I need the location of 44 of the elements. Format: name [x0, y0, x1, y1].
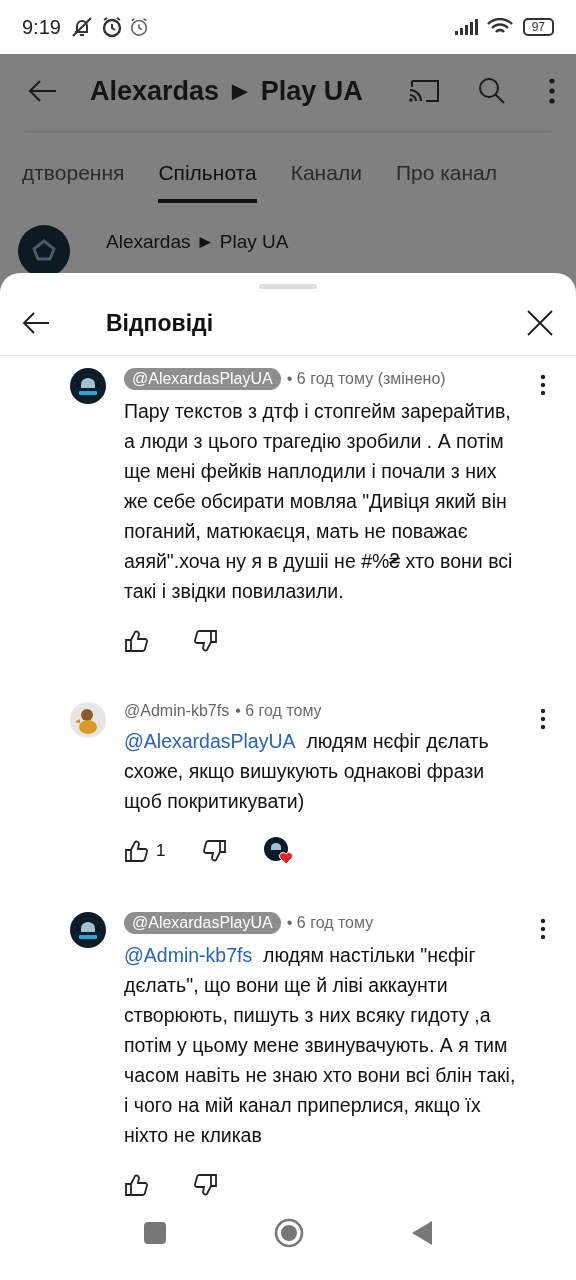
dislike-icon[interactable]	[194, 630, 218, 652]
like-icon[interactable]	[124, 840, 148, 862]
avatar-icon[interactable]	[70, 368, 106, 404]
sheet-title: Відповіді	[106, 309, 214, 337]
back-arrow-icon[interactable]	[22, 311, 50, 335]
avatar-icon[interactable]	[70, 912, 106, 948]
close-icon[interactable]	[526, 309, 554, 337]
home-icon[interactable]	[274, 1218, 304, 1248]
comment-author[interactable]: @AlexardasPlayUA	[124, 912, 281, 934]
status-time: 9:19	[22, 15, 61, 39]
comment-text: Пару текстов з дтф і стопгейм зарерайтив, а люди з цього трагедію зробили . А потім ще мені фейків наплодили і почали з них же себе обсирати мовляа "Дивіця який він поганий, матюкаєця, мать не поважає аяяй".хоча ну я в душіі не #%₴ хто вони всі такі і звідки повилазили.	[124, 399, 514, 604]
comment-author[interactable]: @Admin-kb7fs	[124, 702, 230, 720]
cast-icon[interactable]	[408, 78, 440, 104]
search-icon[interactable]	[478, 77, 506, 105]
recent-apps-icon[interactable]	[144, 1222, 166, 1244]
battery-indicator: 97	[522, 18, 554, 36]
drag-handle[interactable]	[259, 284, 317, 289]
alarm-icon	[128, 17, 149, 37]
comment-author[interactable]: @AlexardasPlayUA	[124, 368, 281, 390]
channel-tab[interactable]: Спільнота	[158, 161, 257, 203]
mention-link[interactable]: @AlexardasPlayUA	[124, 730, 296, 752]
comment-text: @AlexardasPlayUA людям нєфіг дєлать схоже, якщо вишукують однакові фрази щоб покритикувати)	[124, 729, 490, 814]
dislike-icon[interactable]	[194, 1174, 218, 1196]
mention-link[interactable]: @Admin-kb7fs	[124, 944, 253, 966]
avatar-icon	[18, 225, 70, 275]
back-icon[interactable]	[412, 1221, 432, 1245]
alarm-icon	[100, 16, 123, 38]
more-icon[interactable]	[540, 918, 546, 940]
comment-text: @Admin-kb7fs людям настільки "нєфіг дєлать", що вони ще й ліві аккаунти створюють, пишуть з них всяку гидоту ,а потім у цьому мене звинувачують. А я тим часом навіть не знаю хто вони всі блін такі, і чого на мій канал приперлися, якщо їх ніхто не кликав	[124, 943, 516, 1148]
comment-time: • 6 год тому	[286, 914, 374, 932]
channel-title: Alexardas ► Play UA	[90, 75, 364, 107]
like-icon[interactable]	[124, 1174, 148, 1196]
channel-tab[interactable]: Про канал	[395, 161, 498, 203]
signal-icon	[454, 19, 481, 35]
post-author: Alexardas ► Play UA	[106, 231, 289, 253]
comment-time: • 6 год тому (змінено)	[286, 370, 446, 388]
like-count: 1	[156, 841, 166, 861]
comment-time: • 6 год тому	[235, 702, 322, 720]
channel-tab[interactable]: дтворення	[22, 161, 125, 203]
more-icon[interactable]	[540, 374, 546, 396]
like-icon[interactable]	[124, 630, 148, 652]
channel-tab[interactable]: Канали	[290, 161, 362, 203]
more-icon[interactable]	[540, 708, 546, 730]
dislike-icon[interactable]	[203, 840, 228, 862]
